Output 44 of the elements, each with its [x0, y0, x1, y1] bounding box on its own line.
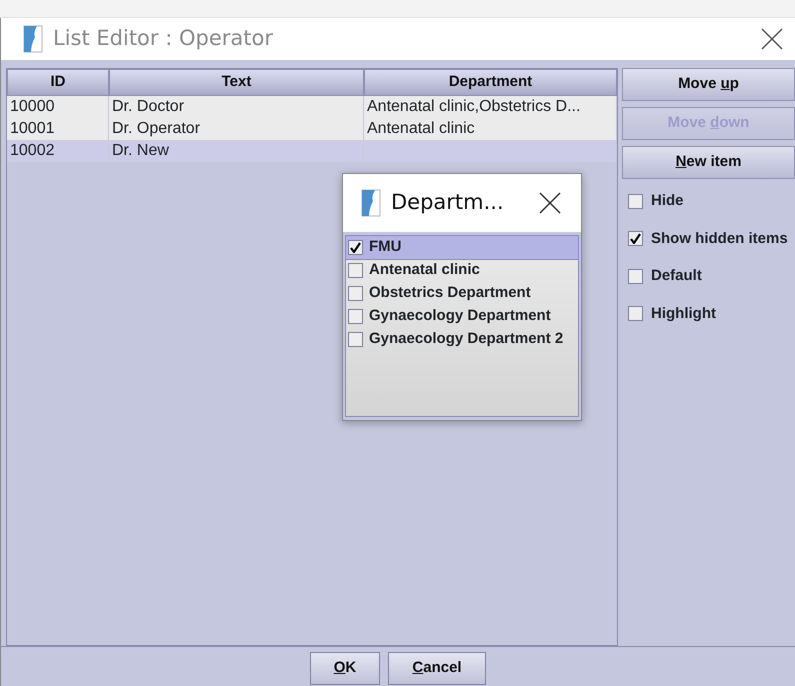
list-item[interactable]: Antenatal clinic: [346, 259, 578, 282]
app-icon: [361, 189, 381, 217]
table-cell: Dr. Doctor: [109, 96, 364, 118]
table-cell: 10002: [7, 140, 109, 162]
item-label: Gynaecology Department 2: [369, 329, 564, 350]
dialog-button[interactable]: OK: [310, 652, 380, 685]
checkbox[interactable]: [628, 231, 643, 246]
item-label: Gynaecology Department: [369, 306, 551, 326]
checkbox[interactable]: [348, 332, 363, 347]
item-label: Obstetrics Department: [369, 283, 531, 304]
column-header[interactable]: ID: [7, 69, 109, 96]
checkbox[interactable]: [628, 306, 643, 322]
checkbox[interactable]: [348, 240, 363, 255]
checkbox[interactable]: [348, 263, 363, 278]
option-label: Highlight: [651, 304, 716, 324]
checkbox[interactable]: [628, 268, 643, 284]
dialog-button[interactable]: Cancel: [388, 652, 486, 685]
window-title: List Editor : Operator: [53, 25, 274, 52]
table-cell: Dr. Operator: [109, 118, 364, 140]
checkbox[interactable]: [348, 286, 363, 301]
table-cell: Dr. New: [109, 140, 364, 162]
option-label: Default: [651, 266, 702, 286]
checkbox[interactable]: [628, 194, 643, 209]
table-cell: Antenatal clinic,Obstetrics D...: [364, 96, 617, 118]
list-item[interactable]: Gynaecology Department: [346, 305, 578, 328]
table-cell: Antenatal clinic: [364, 118, 617, 140]
app-icon: [23, 25, 43, 53]
list-item[interactable]: FMU: [346, 236, 578, 259]
column-header[interactable]: Department: [364, 69, 617, 96]
item-label: Antenatal clinic: [369, 260, 480, 280]
item-label: FMU: [369, 237, 402, 258]
checkbox[interactable]: [348, 309, 363, 324]
table-cell: 10000: [7, 96, 109, 118]
dialog-title: Departm...: [391, 189, 505, 216]
table-cell: 10001: [7, 118, 109, 140]
column-header[interactable]: Text: [109, 69, 364, 96]
option-label: Show hidden items: [651, 228, 788, 248]
list-item[interactable]: Gynaecology Department 2: [346, 328, 578, 351]
close-button[interactable]: [761, 28, 783, 50]
side-button[interactable]: Move up: [622, 68, 795, 101]
option-label: Hide: [651, 191, 684, 211]
side-button[interactable]: New item: [622, 146, 795, 179]
list-item[interactable]: Obstetrics Department: [346, 282, 578, 305]
close-button[interactable]: [539, 192, 561, 214]
